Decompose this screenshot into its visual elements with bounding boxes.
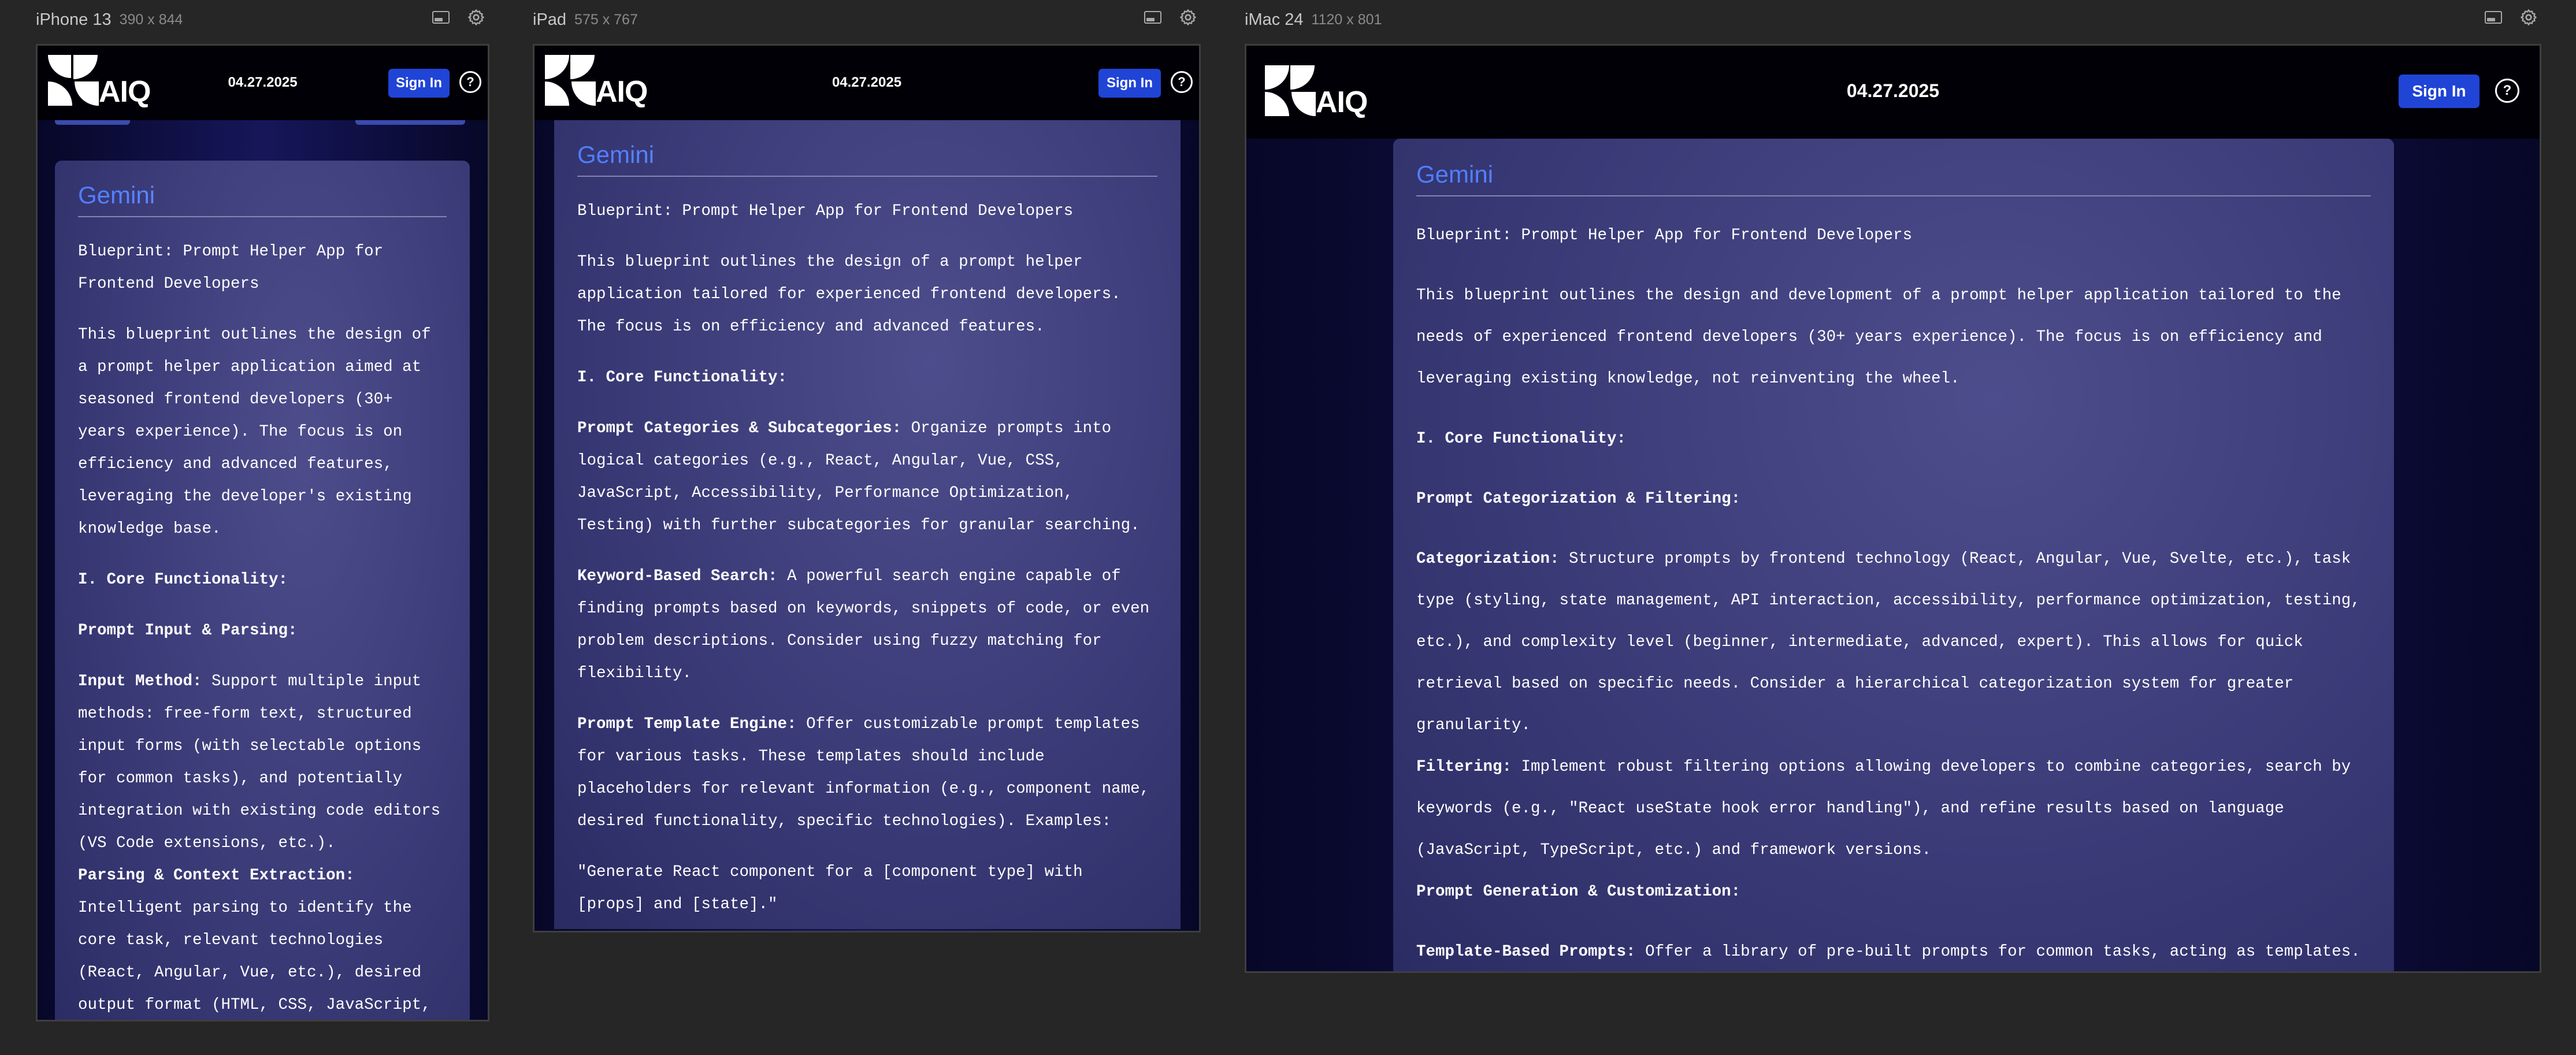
gemini-logo: Gemini [78, 181, 447, 209]
response-card: Gemini Blueprint: Prompt Helper App for … [55, 161, 470, 1020]
aiq-logo-icon [48, 55, 99, 106]
app-header: AIQ 04.27.2025 Sign In ? [534, 46, 1199, 120]
response-card: Gemini Blueprint: Prompt Helper App for … [554, 120, 1181, 929]
section-heading: I. Core Functionality: [1416, 430, 1627, 448]
blueprint-title: Blueprint: Prompt Helper App for Fronten… [78, 243, 384, 293]
sign-in-button[interactable]: Sign In [1098, 69, 1161, 98]
feature-item: Parsing & Context Extraction: Intelligen… [78, 867, 431, 1014]
app-header: AIQ 04.27.2025 Sign In ? [1246, 46, 2540, 139]
subsection-heading: Prompt Input & Parsing: [78, 622, 298, 640]
device-label-desktop: iMac 24 1120 x 801 [1245, 7, 1382, 32]
device-controls-phone [432, 8, 485, 27]
logo-text: AIQ [596, 75, 648, 109]
subsection-heading: Prompt Generation & Customization: [1416, 883, 1741, 901]
aiq-logo[interactable]: AIQ [47, 54, 151, 109]
panel-toggle-icon[interactable] [1144, 11, 1161, 24]
header-date: 04.27.2025 [1846, 80, 1940, 101]
device-size: 575 x 767 [574, 11, 638, 28]
gear-icon[interactable] [467, 8, 485, 27]
logo-text: AIQ [1316, 86, 1368, 119]
panel-toggle-icon[interactable] [432, 11, 450, 24]
section-heading: I. Core Functionality: [577, 369, 788, 387]
panel-toggle-icon[interactable] [2485, 11, 2502, 24]
device-controls-desktop [2485, 8, 2538, 27]
gemini-logo: Gemini [1416, 161, 2371, 188]
sign-in-button[interactable]: Sign In [388, 69, 450, 98]
device-label-phone: iPhone 13 390 x 844 [36, 7, 183, 32]
device-label-tablet: iPad 575 x 767 [533, 7, 638, 32]
response-card: Gemini Blueprint: Prompt Helper App for … [1393, 139, 2394, 971]
nav-tab-stub [55, 120, 130, 125]
main-content[interactable]: Gemini Blueprint: Prompt Helper App for … [38, 120, 488, 1020]
device-size: 1120 x 801 [1311, 11, 1382, 28]
gear-icon[interactable] [2519, 8, 2538, 27]
intro-paragraph: This blueprint outlines the design of a … [78, 326, 431, 538]
help-icon[interactable]: ? [1171, 71, 1193, 93]
nav-tab-stub [355, 120, 465, 125]
logo-text: AIQ [99, 75, 151, 109]
aiq-logo[interactable]: AIQ [1264, 64, 1368, 119]
divider [1416, 195, 2371, 196]
aiq-logo-icon [545, 55, 596, 106]
gemini-logo: Gemini [577, 141, 1157, 169]
device-name: iMac 24 [1245, 10, 1304, 29]
feature-item: Categorization: Structure prompts by fro… [1416, 550, 2360, 734]
divider [78, 216, 447, 217]
help-icon[interactable]: ? [459, 71, 481, 93]
device-controls-tablet [1144, 8, 1197, 27]
feature-item: Template-Based Prompts: Offer a library … [1416, 943, 2360, 961]
device-name: iPhone 13 [36, 10, 112, 29]
subsection-heading: Prompt Categorization & Filtering: [1416, 490, 1741, 508]
feature-item: Input Method: Support multiple input met… [78, 673, 441, 852]
sign-in-button[interactable]: Sign In [2399, 75, 2480, 108]
help-icon[interactable]: ? [2495, 79, 2519, 103]
feature-item: Keyword-Based Search: A powerful search … [577, 567, 1150, 682]
device-name: iPad [533, 10, 567, 29]
aiq-logo[interactable]: AIQ [544, 54, 648, 109]
section-heading: I. Core Functionality: [78, 571, 288, 589]
feature-item: Prompt Template Engine: Offer customizab… [577, 715, 1150, 830]
main-content[interactable]: Gemini Blueprint: Prompt Helper App for … [1246, 139, 2540, 971]
blueprint-title: Blueprint: Prompt Helper App for Fronten… [577, 202, 1074, 220]
app-header: AIQ 04.27.2025 Sign In ? [38, 46, 488, 120]
blueprint-title: Blueprint: Prompt Helper App for Fronten… [1416, 226, 1913, 244]
phone-preview-frame: AIQ 04.27.2025 Sign In ? Gemini Blueprin… [36, 44, 489, 1021]
divider [577, 176, 1157, 177]
intro-paragraph: This blueprint outlines the design of a … [577, 253, 1121, 336]
feature-item: Prompt Categories & Subcategories: Organ… [577, 419, 1140, 534]
tablet-preview-frame: AIQ 04.27.2025 Sign In ? Gemini Blueprin… [533, 44, 1201, 933]
desktop-preview-frame: AIQ 04.27.2025 Sign In ? Gemini Blueprin… [1245, 44, 2541, 973]
intro-paragraph: This blueprint outlines the design and d… [1416, 287, 2341, 388]
gear-icon[interactable] [1179, 8, 1197, 27]
device-size: 390 x 844 [119, 11, 183, 28]
main-content[interactable]: Gemini Blueprint: Prompt Helper App for … [534, 120, 1199, 931]
aiq-logo-icon [1265, 65, 1316, 116]
example-prompt: "Generate React component for a [compone… [577, 863, 1083, 913]
feature-item: Filtering: Implement robust filtering op… [1416, 758, 2351, 859]
